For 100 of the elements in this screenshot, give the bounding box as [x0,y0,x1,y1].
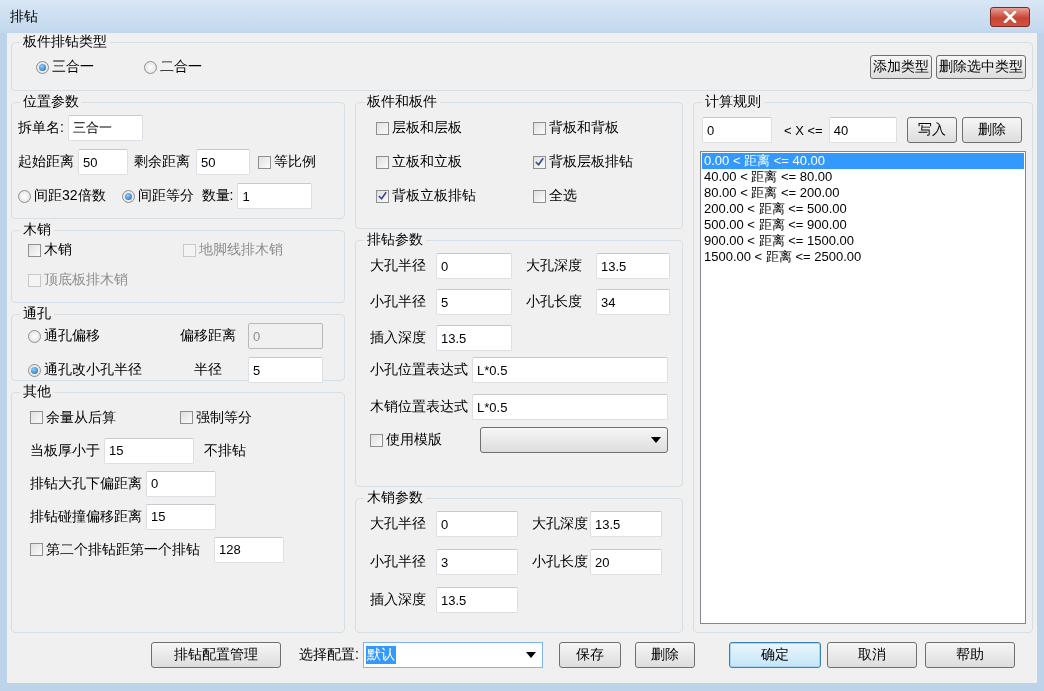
dialog-button[interactable]: 保存 [558,642,621,668]
checkbox-label: 等比例 [274,153,316,171]
input-field[interactable]: L*0.5 [472,357,668,383]
template-dropdown[interactable] [480,427,668,453]
list-item[interactable]: 80.00 < 距离 <= 200.00 [702,185,1024,201]
checkbox[interactable] [533,155,546,169]
rule-button[interactable]: 删除 [961,117,1022,143]
checkbox[interactable] [370,433,383,447]
group-title: 木销 [22,221,52,239]
input-field[interactable]: 1 [237,183,313,209]
field-label: 偏移距离 [179,327,237,345]
field-label: 起始距离 [18,153,74,171]
caret-icon [525,652,536,658]
checkbox-label: 背板层板排钻 [549,153,633,171]
list-item[interactable]: 1500.00 < 距离 <= 2500.00 [702,249,1024,265]
group-title: 计算规则 [704,93,762,111]
dialog-button[interactable]: 取消 [826,642,917,668]
checkbox[interactable] [376,155,389,169]
input-field[interactable]: 0 [146,470,216,497]
list-item[interactable]: 40.00 < 距离 <= 80.00 [702,169,1024,185]
field-label: 排钻碰撞偏移距离 [30,507,142,526]
input-field[interactable]: 0 [436,511,518,537]
list-item[interactable]: 500.00 < 距离 <= 900.00 [702,217,1024,233]
input-field[interactable]: 5 [248,357,323,383]
input-field[interactable]: 13.5 [590,511,662,537]
radio-button[interactable] [28,329,41,343]
radio-button[interactable] [18,189,31,203]
checkbox-label: 使用模版 [386,431,442,449]
field-label: 大孔半径 [370,257,427,275]
field-label: 选择配置: [299,646,359,664]
dialog-button[interactable]: 确定 [728,642,821,668]
field-label: 小孔半径 [370,553,427,571]
radio-button[interactable] [121,189,135,203]
toolbar-button[interactable]: 删除选中类型 [936,55,1026,79]
input-field[interactable]: L*0.5 [472,394,668,420]
checkbox-label: 全选 [549,187,577,205]
checkbox[interactable] [533,189,546,203]
input-field[interactable]: 15 [146,503,216,530]
field-label: 大孔深度 [525,257,583,275]
field-label: 半径 [193,361,223,379]
checkbox[interactable] [28,243,41,257]
checkbox[interactable] [376,189,389,203]
checkbox[interactable] [30,411,43,424]
input-field[interactable]: 0 [702,117,772,143]
group-title: 板件和板件 [366,93,438,111]
input-field[interactable]: 128 [214,536,284,563]
dialog-button[interactable]: 删除 [634,642,695,668]
input-field[interactable]: 13.5 [436,325,512,351]
radio-label: 二合一 [160,58,202,76]
input-field[interactable]: 5 [436,289,512,315]
field-label: 插入深度 [370,329,427,347]
input-field[interactable]: 40 [828,117,897,143]
input-field[interactable]: 13.5 [596,253,670,279]
field-label: 插入深度 [370,591,427,609]
checkbox-label: 背板立板排钻 [392,187,476,205]
radio-button[interactable] [144,60,157,74]
checkbox[interactable] [376,121,389,135]
radio-label: 间距32倍数 [34,187,106,205]
field-label: 数量: [201,187,234,205]
input-field[interactable]: 三合一 [67,115,143,141]
rule-button[interactable]: 写入 [906,117,957,143]
selected-text: 默认 [365,646,396,664]
radio-button[interactable] [36,60,49,74]
group-title: 排钻参数 [366,231,424,249]
toolbar-button[interactable]: 添加类型 [870,55,932,79]
checkbox[interactable] [533,121,546,135]
checkbox-label: 立板和立板 [392,153,462,171]
group-title: 位置参数 [22,93,80,111]
close-icon [1003,10,1017,23]
operator-label: < X <= [784,122,823,138]
field-label: 剩余距离 [134,153,190,171]
input-field[interactable]: 34 [596,289,670,315]
checkbox[interactable] [258,155,271,169]
checkbox-label: 木销 [44,241,72,259]
config-manage-button[interactable]: 排钻配置管理 [151,642,281,668]
input-field[interactable]: 13.5 [436,587,518,613]
input-field[interactable]: 50 [196,149,250,175]
group-title: 板件排钻类型 [22,33,108,51]
checkbox-label: 层板和层板 [392,119,462,137]
list-item[interactable]: 200.00 < 距离 <= 500.00 [702,201,1024,217]
dialog-button[interactable]: 帮助 [924,642,1015,668]
checkbox-label: 强制等分 [196,408,252,427]
list-item[interactable]: 900.00 < 距离 <= 1500.00 [702,233,1024,249]
radio-label: 三合一 [52,58,94,76]
input-field[interactable]: 50 [78,149,128,175]
field-label: 小孔长度 [525,293,583,311]
field-label: 拆单名: [18,119,64,137]
radio-button[interactable] [28,363,41,377]
input-field[interactable]: 0 [436,253,512,279]
checkbox-label: 地脚线排木销 [199,241,283,259]
field-label: 木销位置表达式 [370,398,468,416]
input-field[interactable]: 20 [590,549,662,575]
checkbox[interactable] [30,543,43,556]
input-field[interactable]: 3 [436,549,518,575]
checkbox[interactable] [180,411,193,424]
field-label: 不排钻 [204,441,246,460]
input-field[interactable]: 15 [104,437,194,464]
field-label: 小孔长度 [531,553,589,571]
radio-label: 间距等分 [137,187,194,205]
close-button[interactable] [990,6,1030,27]
